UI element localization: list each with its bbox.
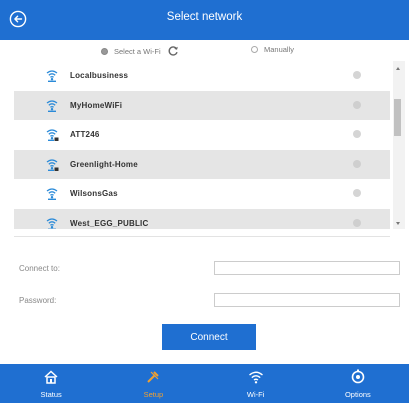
info-icon[interactable] <box>353 189 361 197</box>
tab-options[interactable]: Options <box>307 364 409 403</box>
mode-manual-option[interactable]: Manually <box>251 45 294 54</box>
scroll-down-arrow-icon[interactable] <box>396 222 400 225</box>
wifi-icon <box>248 371 263 384</box>
info-icon[interactable] <box>353 71 361 79</box>
tab-label: Wi-Fi <box>246 390 265 399</box>
tools-icon <box>147 371 160 383</box>
tab-label: Status <box>40 390 62 399</box>
tab-setup[interactable]: Setup <box>102 364 204 403</box>
info-icon[interactable] <box>353 159 361 168</box>
info-icon[interactable] <box>353 100 361 109</box>
tab-status[interactable]: Status <box>0 364 102 403</box>
network-ssid: Localbusiness <box>70 71 129 81</box>
network-row[interactable]: Greenlight-Home <box>14 149 390 179</box>
network-row[interactable]: ATT246 <box>14 120 390 150</box>
network-ssid: MyHomeWiFi <box>70 100 123 110</box>
home-icon <box>44 370 58 384</box>
password-label: Password: <box>19 296 57 305</box>
bottom-nav: Status Setup Wi-Fi Options <box>0 364 409 403</box>
refresh-icon[interactable] <box>167 45 179 57</box>
wifi-mode-label: Select a Wi-Fi <box>114 46 161 56</box>
tab-label: Options <box>344 390 371 399</box>
wifi-radio[interactable] <box>101 47 108 55</box>
connect-button[interactable]: Connect <box>162 324 256 350</box>
network-row[interactable]: Localbusiness <box>14 61 390 91</box>
network-mode-selector: Select a Wi-Fi Manually <box>0 43 409 61</box>
wifi-lock-icon <box>46 129 59 141</box>
divider <box>14 236 390 237</box>
scrollbar-thumb[interactable] <box>394 99 401 136</box>
network-ssid: WilsonsGas <box>70 189 118 199</box>
password-field[interactable] <box>214 293 400 307</box>
page-title: Select network <box>166 11 243 23</box>
wifi-icon <box>46 217 58 229</box>
mode-wifi-option[interactable]: Select a Wi-Fi <box>101 45 179 57</box>
header-bar: Select network <box>0 0 409 40</box>
info-icon[interactable] <box>353 218 361 227</box>
network-list: Localbusiness MyHomeWiFi ATT246 Greenlig… <box>14 61 390 229</box>
wifi-icon <box>46 70 58 82</box>
manual-radio[interactable] <box>251 46 258 53</box>
tab-wifi[interactable]: Wi-Fi <box>205 364 307 403</box>
info-icon[interactable] <box>353 130 361 138</box>
scroll-up-arrow-icon[interactable] <box>396 67 400 70</box>
network-row[interactable]: WilsonsGas <box>14 179 390 209</box>
network-ssid: ATT246 <box>70 130 100 140</box>
network-ssid: Greenlight-Home <box>70 159 138 169</box>
tab-label: Setup <box>143 390 164 399</box>
wifi-icon <box>46 99 58 112</box>
network-ssid: West_EGG_PUBLIC <box>70 218 149 228</box>
gear-icon <box>351 369 365 384</box>
list-scrollbar[interactable] <box>393 61 405 229</box>
wifi-lock-icon <box>46 158 59 171</box>
wifi-icon <box>46 188 58 200</box>
connect-to-field[interactable] <box>214 261 400 275</box>
manual-mode-label: Manually <box>264 45 295 54</box>
network-row[interactable]: MyHomeWiFi <box>14 90 390 120</box>
connect-to-label: Connect to: <box>19 264 60 273</box>
network-row[interactable]: West_EGG_PUBLIC <box>14 208 390 229</box>
